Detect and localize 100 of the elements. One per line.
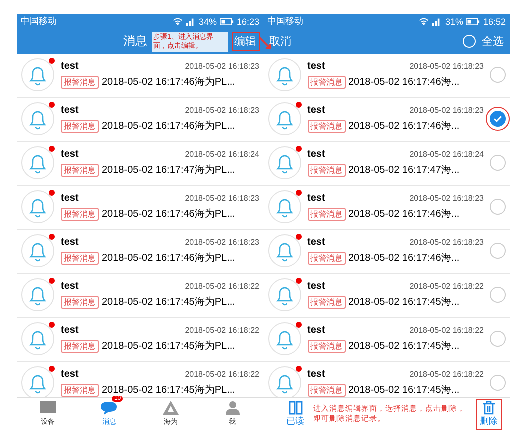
select-checkbox[interactable] [490,243,506,260]
battery-percent: 34% [198,16,217,27]
alarm-tag: 报警消息 [61,208,99,221]
bell-icon [268,102,302,136]
message-text: 2018-05-02 16:17:46海为PL... [102,252,236,266]
alarm-tag: 报警消息 [308,340,346,353]
message-row[interactable]: test 2018-05-02 16:18:23 报警消息 2018-05-02 16:17:46海... [264,186,510,230]
message-text: 2018-05-02 16:17:45海为PL... [102,296,236,310]
message-row[interactable]: test 2018-05-02 16:18:23 报警消息 2018-05-02 16:17:46海为PL... [17,230,264,274]
delete-button[interactable]: 删除 [476,398,502,430]
message-row[interactable]: test 2018-05-02 16:18:23 报警消息 2018-05-02 16:17:46海... [264,230,510,274]
page-title: 消息 [124,33,148,50]
message-text: 2018-05-02 16:17:45海... [348,340,460,354]
message-time: 2018-05-02 16:18:23 [185,62,260,72]
triangle-logo-icon [163,401,180,416]
message-text: 2018-05-02 16:17:46海... [348,120,460,134]
bell-icon [21,322,55,356]
message-time: 2018-05-02 16:18:23 [410,194,484,204]
select-checkbox[interactable] [490,67,506,84]
message-row[interactable]: test 2018-05-02 16:18:23 报警消息 2018-05-02 16:17:46海为PL... [17,54,264,98]
wifi-icon [172,17,183,26]
message-row[interactable]: test 2018-05-02 16:18:22 报警消息 2018-05-02 16:17:45海为PL... [17,274,264,318]
select-checkbox[interactable] [490,331,506,348]
message-row[interactable]: test 2018-05-02 16:18:23 报警消息 2018-05-02 16:17:46海... [264,54,510,98]
message-title: test [61,237,79,248]
message-title: test [308,237,326,248]
alarm-tag: 报警消息 [308,252,346,265]
monitor-icon [40,401,56,416]
chat-bubble-icon [100,401,118,416]
message-row[interactable]: test 2018-05-02 16:18:22 报警消息 2018-05-02 16:17:45海... [264,362,510,398]
battery-percent: 31% [445,16,464,27]
message-title: test [61,149,79,160]
alarm-tag: 报警消息 [308,120,346,133]
select-checkbox[interactable] [490,287,506,304]
message-title: test [61,193,79,204]
select-checkbox[interactable] [490,375,506,392]
message-time: 2018-05-02 16:18:23 [185,194,260,204]
alarm-tag: 报警消息 [61,340,99,353]
bell-icon [21,58,55,92]
select-checkbox[interactable] [490,155,506,172]
message-text: 2018-05-02 16:17:46海为PL... [102,120,236,134]
message-title: test [308,105,326,116]
bell-icon [268,278,302,312]
alarm-tag: 报警消息 [308,164,346,177]
message-row[interactable]: test 2018-05-02 16:18:22 报警消息 2018-05-02 16:17:45海... [264,274,510,318]
clock-time: 16:52 [483,16,506,27]
message-title: test [61,281,79,292]
message-row[interactable]: test 2018-05-02 16:18:23 报警消息 2018-05-02 16:17:46海为PL... [17,186,264,230]
message-row[interactable]: test 2018-05-02 16:18:24 报警消息 2018-05-02 16:17:47海... [264,142,510,186]
alarm-tag: 报警消息 [61,120,99,133]
wifi-icon [419,17,430,26]
message-time: 2018-05-02 16:18:23 [410,62,484,72]
alarm-tag: 报警消息 [308,76,346,89]
bell-icon [268,322,302,356]
message-text: 2018-05-02 16:17:46海为PL... [102,208,236,222]
message-title: test [61,105,79,116]
message-row[interactable]: test 2018-05-02 16:18:24 报警消息 2018-05-02 16:17:47海为PL... [17,142,264,186]
message-time: 2018-05-02 16:18:22 [410,282,484,292]
message-title: test [61,325,79,336]
bell-icon [268,146,302,180]
message-time: 2018-05-02 16:18:22 [185,370,260,380]
alarm-tag: 报警消息 [308,384,346,397]
bell-icon [268,58,302,92]
bell-icon [21,234,55,268]
select-all-button[interactable]: 全选 [480,33,506,50]
select-checkbox[interactable] [490,199,506,216]
message-text: 2018-05-02 16:17:47海... [348,164,460,178]
message-time: 2018-05-02 16:18:23 [185,106,260,116]
message-time: 2018-05-02 16:18:22 [185,282,260,292]
trash-icon [482,400,496,415]
signal-icon [186,17,196,26]
mark-read-button[interactable]: 已读 [284,400,308,429]
message-title: test [308,61,326,72]
edit-button[interactable]: 编辑 [232,32,260,52]
bell-icon [268,234,302,268]
alarm-tag: 报警消息 [61,76,99,89]
message-text: 2018-05-02 16:17:47海为PL... [102,164,236,178]
carrier-name: 中国移动 [268,15,304,28]
select-all-radio[interactable] [463,35,476,48]
bell-icon [21,102,55,136]
message-title: test [308,149,326,160]
person-icon [224,401,241,416]
message-title: test [308,325,326,336]
bell-icon [268,190,302,224]
message-text: 2018-05-02 16:17:45海... [348,296,460,310]
carrier-name: 中国移动 [21,15,57,28]
message-row[interactable]: test 2018-05-02 16:18:23 报警消息 2018-05-02 16:17:46海为PL... [17,98,264,142]
message-text: 2018-05-02 16:17:45海... [348,384,460,398]
message-time: 2018-05-02 16:18:22 [185,326,260,336]
message-row[interactable]: test 2018-05-02 16:18:22 报警消息 2018-05-02 16:17:45海为PL... [17,318,264,362]
battery-icon [466,18,480,26]
message-title: test [61,61,79,72]
book-icon [288,400,302,415]
cancel-button[interactable]: 取消 [268,33,294,50]
message-title: test [61,369,79,380]
message-row[interactable]: test 2018-05-02 16:18:23 报警消息 2018-05-02 16:17:46海... [264,98,510,142]
message-row[interactable]: test 2018-05-02 16:18:22 报警消息 2018-05-02 16:17:45海... [264,318,510,362]
bell-icon [21,146,55,180]
alarm-tag: 报警消息 [61,252,99,265]
signal-icon [432,17,442,26]
